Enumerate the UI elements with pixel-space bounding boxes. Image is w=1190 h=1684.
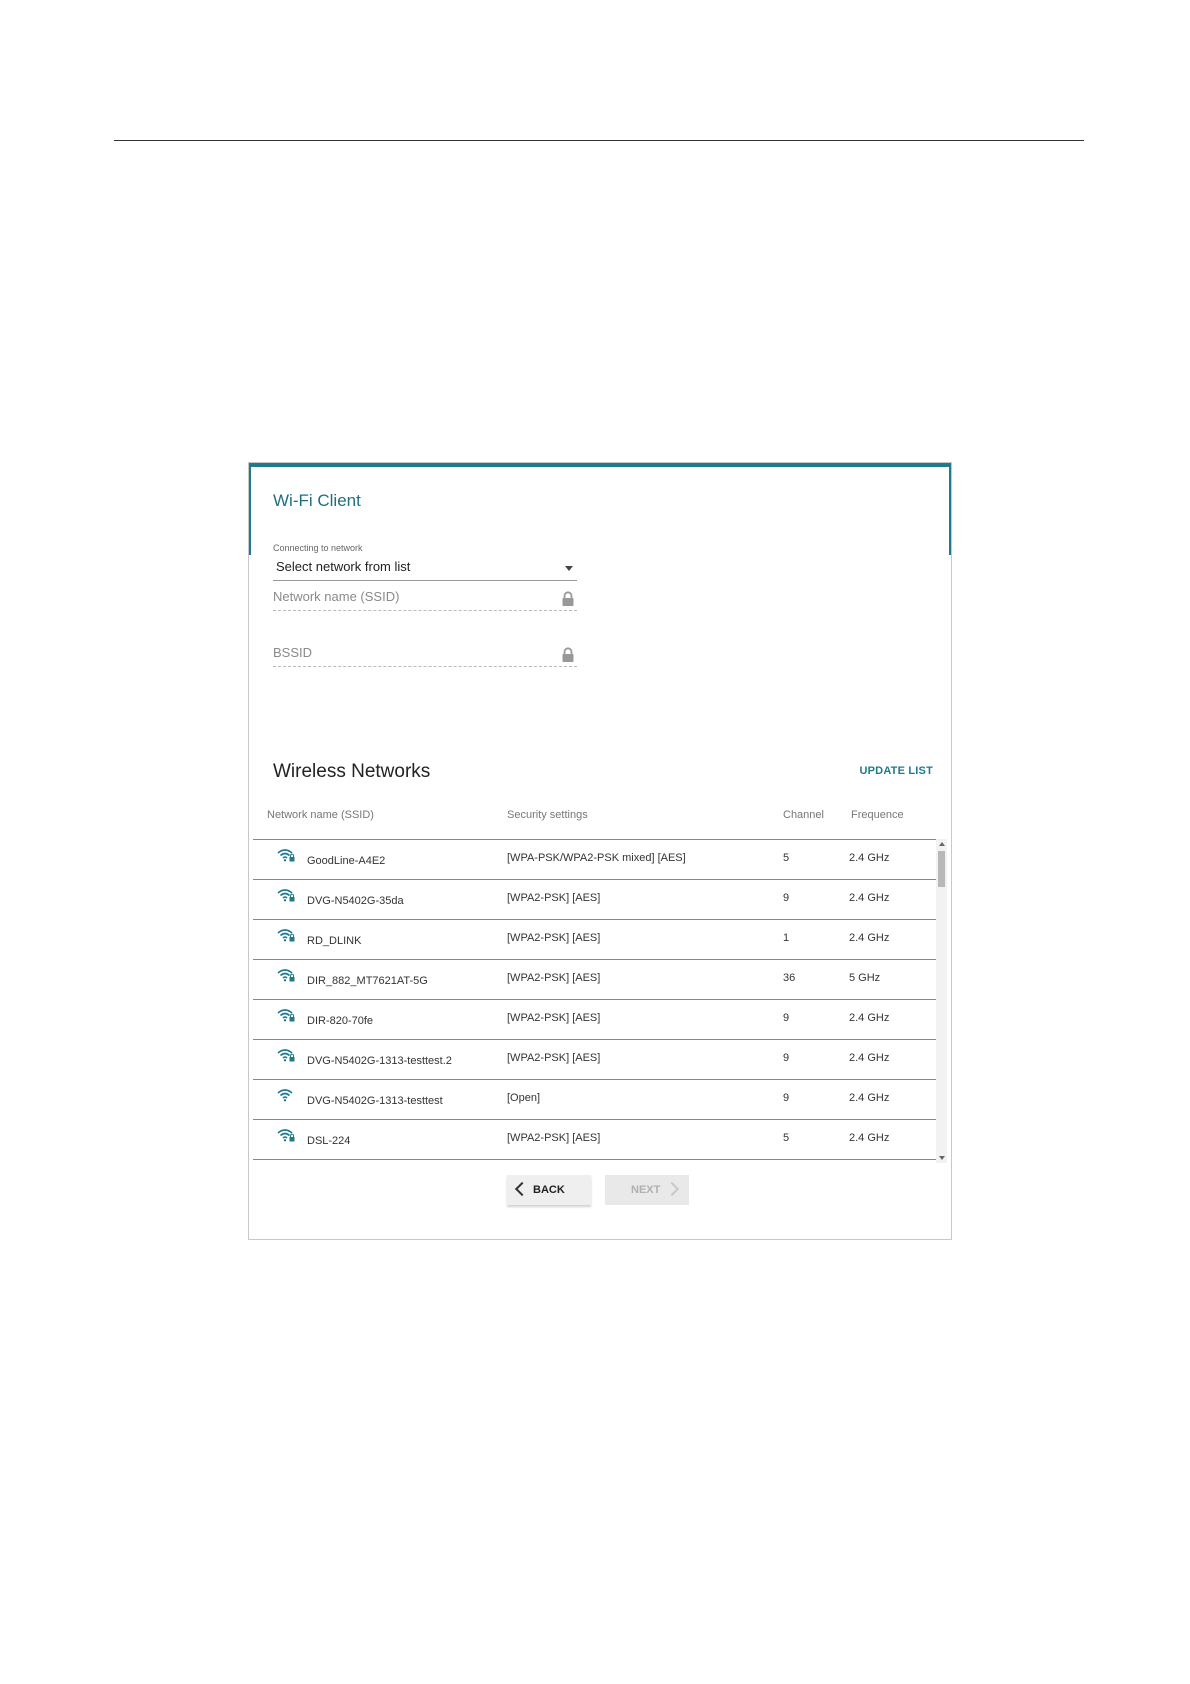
scroll-down-icon[interactable] xyxy=(939,1156,945,1160)
table-row[interactable]: DVG-N5402G-1313-testtest.2 [WPA2-PSK] [AE… xyxy=(253,1040,947,1080)
panel-accent-bar xyxy=(249,463,951,467)
row-channel: 1 xyxy=(783,932,790,944)
wifi-lock-icon xyxy=(277,1009,295,1022)
row-ssid: DVG-N5402G-1313-testtest xyxy=(307,1095,443,1107)
row-frequence: 2.4 GHz xyxy=(849,1012,890,1024)
connecting-label: Connecting to network xyxy=(273,543,363,553)
update-list-button[interactable]: UPDATE LIST xyxy=(860,765,934,777)
row-security: [WPA2-PSK] [AES] xyxy=(507,892,601,904)
chevron-left-icon xyxy=(514,1181,530,1197)
network-select-value: Select network from list xyxy=(276,559,411,574)
wifi-lock-icon xyxy=(277,1049,295,1062)
row-channel: 9 xyxy=(783,892,790,904)
chevron-right-icon xyxy=(664,1181,680,1197)
wifi-client-panel: Wi-Fi Client Connecting to network Selec… xyxy=(248,462,952,1240)
row-channel: 9 xyxy=(783,1092,790,1104)
row-security: [WPA-PSK/WPA2-PSK mixed] [AES] xyxy=(507,852,686,864)
scrollbar-thumb[interactable] xyxy=(938,851,945,887)
page-divider xyxy=(114,140,1084,141)
table-row[interactable]: RD_DLINK [WPA2-PSK] [AES] 1 2.4 GHz xyxy=(253,920,947,960)
row-channel: 9 xyxy=(783,1052,790,1064)
row-frequence: 2.4 GHz xyxy=(849,1132,890,1144)
row-security: [WPA2-PSK] [AES] xyxy=(507,1012,601,1024)
lock-icon xyxy=(562,591,574,606)
network-list[interactable]: GoodLine-A4E2 [WPA-PSK/WPA2-PSK mixed] [A… xyxy=(253,839,947,1164)
back-button-label: BACK xyxy=(533,1184,565,1196)
row-channel: 5 xyxy=(783,1132,790,1144)
table-row[interactable]: DIR-820-70fe [WPA2-PSK] [AES] 9 2.4 GHz xyxy=(253,1000,947,1040)
column-header-security[interactable]: Security settings xyxy=(507,809,588,821)
row-frequence: 2.4 GHz xyxy=(849,892,890,904)
table-row[interactable]: GoodLine-A4E2 [WPA-PSK/WPA2-PSK mixed] [A… xyxy=(253,840,947,880)
bssid-field xyxy=(273,643,577,667)
table-row[interactable]: DSL-224 [WPA2-PSK] [AES] 5 2.4 GHz xyxy=(253,1120,947,1160)
next-button[interactable]: NEXT xyxy=(605,1175,689,1205)
row-channel: 36 xyxy=(783,972,796,984)
wifi-lock-icon xyxy=(277,1129,295,1142)
table-header: Network name (SSID) Security settings Ch… xyxy=(251,809,941,831)
row-ssid: DVG-N5402G-35da xyxy=(307,895,404,907)
row-frequence: 2.4 GHz xyxy=(849,1092,890,1104)
wifi-lock-icon xyxy=(277,889,295,902)
row-ssid: DIR-820-70fe xyxy=(307,1015,374,1027)
row-ssid: DIR_882_MT7621AT-5G xyxy=(307,975,428,987)
column-header-ssid[interactable]: Network name (SSID) xyxy=(267,809,374,821)
row-frequence: 2.4 GHz xyxy=(849,852,890,864)
panel-accent-right xyxy=(949,463,951,555)
row-ssid: GoodLine-A4E2 xyxy=(307,855,386,867)
wireless-networks-title: Wireless Networks xyxy=(273,761,431,782)
row-ssid: DVG-N5402G-1313-testtest.2 xyxy=(307,1055,452,1067)
ssid-field xyxy=(273,587,577,611)
row-channel: 9 xyxy=(783,1012,790,1024)
wifi-lock-icon xyxy=(277,849,295,862)
back-button[interactable]: BACK xyxy=(507,1175,591,1205)
wifi-icon xyxy=(277,1089,293,1102)
row-channel: 5 xyxy=(783,852,790,864)
column-header-frequence[interactable]: Frequence xyxy=(851,809,904,821)
scroll-up-icon[interactable] xyxy=(939,842,945,846)
panel-accent-left xyxy=(249,463,251,555)
table-row[interactable]: DIR_882_MT7621AT-5G [WPA2-PSK] [AES] 36 5 G… xyxy=(253,960,947,1000)
row-ssid: DSL-224 xyxy=(307,1135,351,1147)
table-row[interactable]: DVG-N5402G-1313-testtest [Open] 9 2.4 GHz xyxy=(253,1080,947,1120)
row-security: [WPA2-PSK] [AES] xyxy=(507,1132,601,1144)
table-row[interactable]: DVG-N5402G-35da [WPA2-PSK] [AES] 9 2.4 GHz xyxy=(253,880,947,920)
row-frequence: 2.4 GHz xyxy=(849,1052,890,1064)
row-security: [WPA2-PSK] [AES] xyxy=(507,932,601,944)
row-security: [Open] xyxy=(507,1092,541,1104)
wifi-lock-icon xyxy=(277,929,295,942)
wifi-lock-icon xyxy=(277,969,295,982)
lock-icon xyxy=(562,647,574,662)
column-header-channel[interactable]: Channel xyxy=(783,809,824,821)
list-scrollbar[interactable] xyxy=(936,839,947,1163)
bssid-input[interactable] xyxy=(273,645,543,660)
row-security: [WPA2-PSK] [AES] xyxy=(507,1052,601,1064)
row-security: [WPA2-PSK] [AES] xyxy=(507,972,601,984)
chevron-down-icon xyxy=(565,566,573,571)
row-frequence: 2.4 GHz xyxy=(849,932,890,944)
table-row-partial[interactable] xyxy=(253,1160,947,1164)
network-select[interactable]: Select network from list xyxy=(273,555,577,581)
row-frequence: 5 GHz xyxy=(849,972,881,984)
page-title: Wi-Fi Client xyxy=(273,491,361,510)
next-button-label: NEXT xyxy=(631,1184,661,1196)
ssid-input[interactable] xyxy=(273,589,543,604)
row-ssid: RD_DLINK xyxy=(307,935,362,947)
